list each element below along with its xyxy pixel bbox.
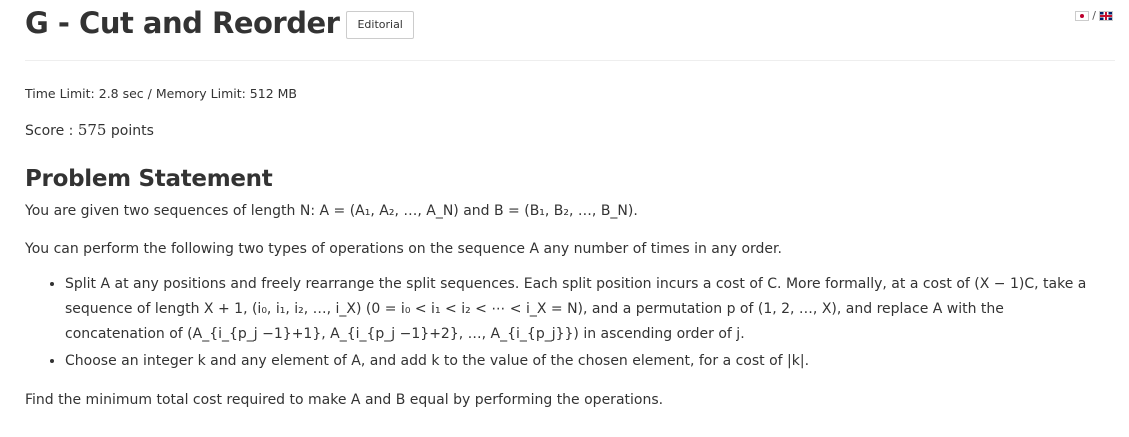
header-divider bbox=[25, 60, 1115, 61]
operation-split: Split A at any positions and freely rear… bbox=[65, 272, 1100, 347]
japan-flag-icon[interactable] bbox=[1075, 10, 1090, 21]
statement-paragraph-3: Find the minimum total cost required to … bbox=[25, 392, 664, 408]
limits-text: Time Limit: 2.8 sec / Memory Limit: 512 … bbox=[25, 86, 297, 101]
operations-list: Split A at any positions and freely rear… bbox=[25, 272, 1100, 376]
uk-flag-icon[interactable] bbox=[1099, 10, 1113, 21]
lang-separator: / bbox=[1092, 9, 1096, 22]
statement-paragraph-2: You can perform the following two types … bbox=[25, 241, 782, 257]
page-title: G - Cut and Reorder bbox=[25, 6, 340, 40]
editorial-button[interactable]: Editorial bbox=[346, 10, 414, 39]
operation-add: Choose an integer k and any element of A… bbox=[65, 349, 1100, 374]
score-unit: points bbox=[106, 123, 154, 139]
header: G - Cut and Reorder Editorial bbox=[25, 4, 414, 42]
problem-page: G - Cut and Reorder Editorial / Time Lim… bbox=[0, 0, 1129, 437]
score-label: Score : bbox=[25, 123, 78, 139]
statement-paragraph-1: You are given two sequences of length N:… bbox=[25, 203, 638, 219]
language-switcher: / bbox=[1075, 9, 1113, 22]
score-line: Score : 575 points bbox=[25, 121, 154, 139]
section-title: Problem Statement bbox=[25, 166, 273, 192]
score-value: 575 bbox=[77, 121, 107, 139]
